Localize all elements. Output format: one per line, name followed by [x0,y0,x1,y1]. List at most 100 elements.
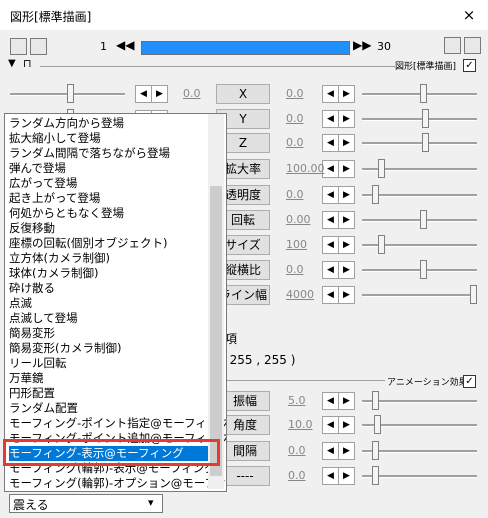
timeline-bar[interactable] [141,41,350,55]
anim-value[interactable]: 0.0 [288,469,306,482]
dropdown-item[interactable]: ランダム間隔で落ちながら登場 [9,146,170,161]
anim-value[interactable]: 5.0 [288,394,306,407]
dropdown-item[interactable]: リール回転 [9,356,67,371]
dropdown-item[interactable]: 点滅 [9,296,32,311]
dropdown-item[interactable]: 立方体(カメラ制御) [9,251,110,266]
right-slider-thumb[interactable] [372,185,379,204]
section-label: 図形[標準描画] [395,62,457,72]
right-stepper[interactable]: ◀ ▶ [322,286,355,304]
anim-param-button[interactable]: 振幅 [220,391,270,411]
right-slider-thumb[interactable] [422,109,429,128]
right-slider-track[interactable] [362,194,477,197]
anim-stepper[interactable]: ◀ ▶ [322,392,355,410]
right-value[interactable]: 0.0 [286,136,304,149]
dropdown-item[interactable]: 簡易変形 [9,326,55,341]
section-checkbox[interactable]: ✓ [463,59,476,72]
right-stepper[interactable]: ◀ ▶ [322,211,355,229]
anim-checkbox[interactable]: ✓ [463,375,476,388]
right-slider-thumb[interactable] [422,133,429,152]
anim-stepper[interactable]: ◀ ▶ [322,416,355,434]
right-slider-track[interactable] [362,118,477,121]
highlight-box [3,439,220,466]
left-value[interactable]: 0.0 [183,87,201,100]
anim-divider [225,380,385,381]
right-stepper[interactable]: ◀ ▶ [322,261,355,279]
anim-value[interactable]: 10.0 [288,418,313,431]
anim-param-button[interactable]: ---- [220,466,270,486]
param-button[interactable]: X [216,84,270,104]
effect-dropdown[interactable]: ランダム方向から登場 拡大縮小して登場 ランダム間隔で落ちながら登場 弾んで登場 広がっ… [4,113,227,492]
dropdown-item[interactable]: 起き上がって登場 [9,191,100,206]
grid-icon[interactable] [30,38,47,55]
dropdown-item[interactable]: 球体(カメラ制御) [9,266,98,281]
close-icon[interactable]: × [458,5,480,25]
right-slider-thumb[interactable] [420,210,427,229]
anim-stepper[interactable]: ◀ ▶ [322,467,355,485]
anim-slider-thumb[interactable] [372,391,379,410]
right-slider-thumb[interactable] [420,260,427,279]
dropdown-item[interactable]: 弾んで登場 [9,161,66,176]
right-value[interactable]: 0.00 [286,213,311,226]
color-value: , 255 , 255 ) [222,353,296,367]
title-bar: 図形[標準描画] × [0,0,488,30]
right-slider-thumb[interactable] [470,285,477,304]
effect-combo[interactable]: 震える ▾ [9,494,163,513]
anim-slider-thumb[interactable] [374,415,381,434]
dropdown-item[interactable]: モーフィング-ポイント指定@モーフィング [9,416,226,431]
dropdown-item[interactable]: 砕け散る [9,281,55,296]
left-slider-thumb[interactable] [67,84,74,103]
right-value[interactable]: 0.0 [286,263,304,276]
anim-value[interactable]: 0.0 [288,444,306,457]
dropdown-item[interactable]: 簡易変形(カメラ制御) [9,341,121,356]
right-value[interactable]: 100.00 [286,162,325,175]
dropdown-item[interactable]: 反復移動 [9,221,55,236]
dropdown-item[interactable]: 何処からともなく登場 [9,206,124,221]
collapse-icon[interactable]: ▼ [8,58,16,69]
dropdown-item[interactable]: ランダム配置 [9,401,78,416]
right-stepper[interactable]: ◀ ▶ [322,160,355,178]
right-value[interactable]: 0.0 [286,188,304,201]
right-slider-track[interactable] [362,294,477,297]
frame-start: 1 [100,40,107,53]
anim-slider-track[interactable] [362,400,477,403]
right-slider-thumb[interactable] [378,235,385,254]
right-stepper[interactable]: ◀ ▶ [322,134,355,152]
camera-icon[interactable] [10,38,27,55]
right-value[interactable]: 0.0 [286,87,304,100]
dropdown-item[interactable]: 拡大縮小して登場 [9,131,101,146]
anim-param-button[interactable]: 間隔 [220,441,270,461]
anim-slider-thumb[interactable] [372,466,379,485]
right-value[interactable]: 4000 [286,288,314,301]
right-value[interactable]: 100 [286,238,307,251]
right-slider-track[interactable] [362,142,477,145]
section-divider [40,66,395,67]
dropdown-item[interactable]: 円形配置 [9,386,55,401]
right-slider-thumb[interactable] [420,84,427,103]
dropdown-item[interactable]: モーフィング(輪郭)-オプション@モーフィング [9,476,226,491]
scrollbar-thumb[interactable] [210,186,222,476]
anim-param-button[interactable]: 角度 [220,415,270,435]
dropdown-item[interactable]: ランダム方向から登場 [9,116,124,131]
anim-slider-track[interactable] [362,450,477,453]
refresh-icon[interactable] [444,37,461,54]
anim-stepper[interactable]: ◀ ▶ [322,442,355,460]
right-slider-thumb[interactable] [378,159,385,178]
right-stepper[interactable]: ◀ ▶ [322,186,355,204]
right-stepper[interactable]: ◀ ▶ [322,236,355,254]
anim-slider-thumb[interactable] [372,441,379,460]
lock-icon[interactable]: ⊓ [23,57,32,70]
prev-frame-icon[interactable]: ◀◀ [116,38,134,52]
anim-slider-track[interactable] [362,475,477,478]
right-value[interactable]: 0.0 [286,112,304,125]
next-frame-icon[interactable]: ▶▶ [353,38,371,52]
dropdown-item[interactable]: 万華鏡 [9,371,44,386]
right-stepper[interactable]: ◀ ▶ [322,85,355,103]
dropdown-item[interactable]: 広がって登場 [9,176,77,191]
left-stepper[interactable]: ◀▶ [135,85,168,103]
right-stepper[interactable]: ◀ ▶ [322,110,355,128]
settings-icon[interactable] [464,37,481,54]
dropdown-item[interactable]: 点滅して登場 [9,311,78,326]
dropdown-item[interactable]: 座標の回転(個別オブジェクト) [9,236,167,251]
frame-end: 30 [377,40,391,53]
chevron-down-icon[interactable]: ▾ [148,496,154,509]
